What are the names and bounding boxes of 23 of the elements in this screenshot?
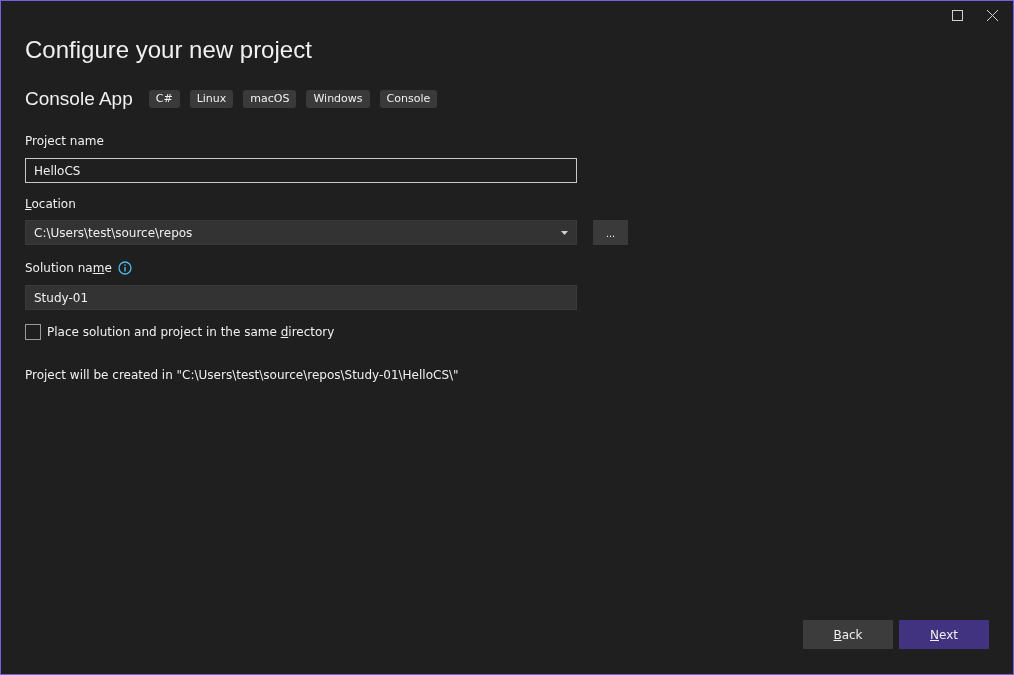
browse-button[interactable]: ... [593,220,628,245]
dropdown[interactable]: C:\Users\test\source\repos [25,220,577,245]
tag: Console [379,90,438,108]
tag: C# [148,90,180,108]
checkbox-label: Place solution and project in the same directory [47,325,335,339]
field-label: Solution name [25,260,112,276]
template-name: Console App [25,88,133,110]
input-field[interactable]: HelloCS [25,158,577,183]
maximize-icon[interactable] [952,10,963,21]
tag: Windows [306,90,370,108]
input-field[interactable]: Study-01 [25,285,577,310]
field-label: Project name [25,133,104,149]
back-button[interactable]: Back [803,620,893,649]
field-label: Location [25,196,76,212]
window-title: Configure your new project [25,36,312,64]
info-icon[interactable] [117,261,132,275]
result-path-text: Project will be created in "C:\Users\test\source\repos\Study-01\HelloCS\" [25,368,459,382]
checkbox[interactable] [25,324,41,340]
next-button[interactable]: Next [899,620,989,649]
tag: macOS [243,90,297,108]
caret-icon [561,230,568,235]
close-icon[interactable] [987,10,998,21]
tag: Linux [189,90,234,108]
